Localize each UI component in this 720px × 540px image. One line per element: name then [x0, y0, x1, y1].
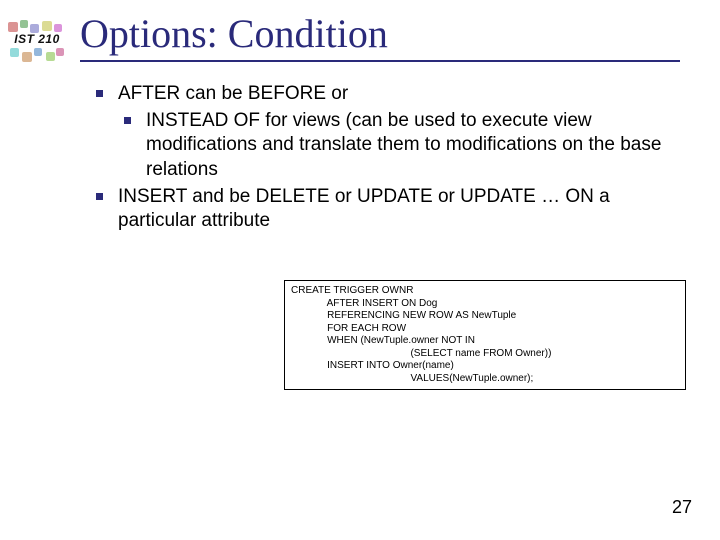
sql-code-box: CREATE TRIGGER OWNR AFTER INSERT ON Dog … — [284, 280, 686, 390]
slide-title: Options: Condition — [80, 10, 388, 57]
slide-body: AFTER can be BEFORE or INSTEAD OF for vi… — [90, 82, 690, 236]
code-line: WHEN (NewTuple.owner NOT IN — [291, 335, 679, 348]
logo-label: IST 210 — [6, 32, 68, 46]
page-number: 27 — [672, 497, 692, 518]
code-line: AFTER INSERT ON Dog — [291, 298, 679, 311]
code-line: (SELECT name FROM Owner)) — [291, 348, 679, 361]
course-logo: IST 210 — [6, 18, 68, 68]
slide: IST 210 Options: Condition AFTER can be … — [0, 0, 720, 540]
code-line: INSERT INTO Owner(name) — [291, 360, 679, 373]
bullet-2: INSERT and be DELETE or UPDATE or UPDATE… — [90, 185, 690, 234]
code-line: FOR EACH ROW — [291, 323, 679, 336]
bullet-1: AFTER can be BEFORE or — [90, 82, 690, 107]
code-line: VALUES(NewTuple.owner); — [291, 373, 679, 386]
bullet-1a: INSTEAD OF for views (can be used to exe… — [90, 109, 690, 183]
title-underline — [80, 60, 680, 62]
code-line: REFERENCING NEW ROW AS NewTuple — [291, 310, 679, 323]
code-line: CREATE TRIGGER OWNR — [291, 285, 679, 298]
